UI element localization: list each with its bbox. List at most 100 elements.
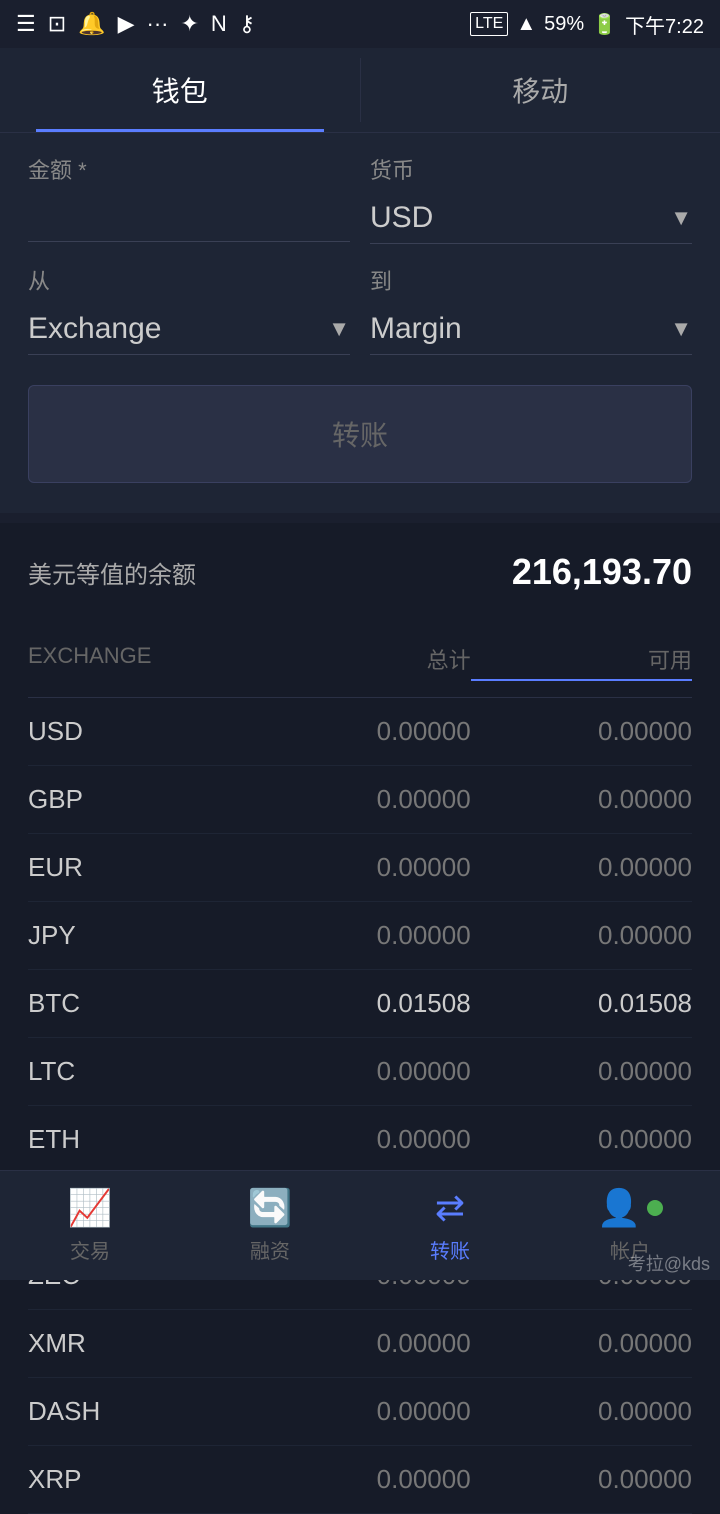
main-tab-bar: 钱包 移动: [0, 48, 720, 133]
amount-label: 金额 *: [28, 153, 350, 185]
key-icon: ⚷: [239, 11, 255, 37]
status-icons-right: LTE ▲ 59% 🔋 下午7:22: [470, 10, 704, 39]
amount-input[interactable]: [28, 193, 350, 242]
status-icons-left: ☰ ⊡ 🔔 ▶ ··· ✦ N ⚷: [16, 11, 255, 37]
currency-name: ETH: [28, 1124, 249, 1155]
balance-section: 美元等值的余额 216,193.70: [0, 523, 720, 627]
from-select[interactable]: Exchange ▼: [28, 304, 350, 355]
table-row: XRP 0.00000 0.00000: [28, 1446, 692, 1514]
tab-move[interactable]: 移动: [361, 48, 720, 132]
to-select[interactable]: Margin ▼: [370, 304, 692, 355]
currency-available: 0.00000: [471, 852, 692, 883]
time-display: 下午7:22: [625, 10, 704, 39]
send-icon: ▶: [118, 11, 135, 37]
currency-name: BTC: [28, 988, 249, 1019]
more-icon: ···: [147, 11, 169, 37]
currency-name: GBP: [28, 784, 249, 815]
currency-name: XRP: [28, 1464, 249, 1495]
finance-label: 融资: [250, 1235, 290, 1264]
lte-icon: LTE: [470, 12, 508, 36]
currency-name: LTC: [28, 1056, 249, 1087]
amount-group: 金额 *: [28, 153, 350, 244]
currency-total: 0.00000: [249, 1464, 470, 1495]
table-row: GBP 0.00000 0.00000: [28, 766, 692, 834]
to-value: Margin: [370, 312, 462, 346]
nfc-icon: N: [211, 11, 227, 37]
currency-select[interactable]: USD ▼: [370, 193, 692, 244]
currency-name: XMR: [28, 1328, 249, 1359]
account-with-dot: 👤: [597, 1187, 664, 1229]
tab-wallet[interactable]: 钱包: [0, 48, 360, 132]
battery-icon: 🔋: [592, 12, 617, 37]
table-row: USD 0.00000 0.00000: [28, 698, 692, 766]
currency-total: 0.00000: [249, 716, 470, 747]
from-label: 从: [28, 264, 350, 296]
menu-icon: ☰: [16, 11, 36, 37]
to-label: 到: [370, 264, 692, 296]
header-available: 可用: [471, 643, 692, 681]
nav-trade[interactable]: 📈 交易: [0, 1171, 180, 1280]
signal-icon: ▲: [516, 13, 536, 36]
battery-text: 59%: [544, 13, 584, 36]
currency-total: 0.00000: [249, 1124, 470, 1155]
currency-label: 货币: [370, 153, 692, 185]
currency-name: EUR: [28, 852, 249, 883]
table-row: EUR 0.00000 0.00000: [28, 834, 692, 902]
currency-available: 0.00000: [471, 1056, 692, 1087]
table-row: BTC 0.01508 0.01508: [28, 970, 692, 1038]
finance-icon: 🔄: [248, 1187, 293, 1229]
balance-header: 美元等值的余额 216,193.70: [28, 551, 692, 593]
table-row: ETH 0.00000 0.00000: [28, 1106, 692, 1174]
transfer-label: 转账: [430, 1235, 470, 1264]
currency-name: JPY: [28, 920, 249, 951]
currency-name: USD: [28, 716, 249, 747]
section-label: EXCHANGE: [28, 643, 249, 681]
watermark: 考拉@kds: [628, 1250, 710, 1276]
currency-available: 0.01508: [471, 988, 692, 1019]
table-body: USD 0.00000 0.00000 GBP 0.00000 0.00000 …: [28, 698, 692, 1514]
currency-total: 0.00000: [249, 1396, 470, 1427]
currency-available: 0.00000: [471, 1396, 692, 1427]
table-row: LTC 0.00000 0.00000: [28, 1038, 692, 1106]
currency-available: 0.00000: [471, 716, 692, 747]
currency-available: 0.00000: [471, 784, 692, 815]
currency-total: 0.01508: [249, 988, 470, 1019]
nav-finance[interactable]: 🔄 融资: [180, 1171, 360, 1280]
trade-label: 交易: [70, 1235, 110, 1264]
currency-arrow-icon: ▼: [670, 205, 692, 231]
amount-currency-row: 金额 * 货币 USD ▼: [28, 153, 692, 244]
currency-group: 货币 USD ▼: [370, 153, 692, 244]
table-row: XMR 0.00000 0.00000: [28, 1310, 692, 1378]
status-bar: ☰ ⊡ 🔔 ▶ ··· ✦ N ⚷ LTE ▲ 59% 🔋 下午7:22: [0, 0, 720, 48]
currency-total: 0.00000: [249, 1328, 470, 1359]
currency-total: 0.00000: [249, 1056, 470, 1087]
transfer-button[interactable]: 转账: [28, 385, 692, 483]
nav-transfer[interactable]: ⇄ 转账: [360, 1171, 540, 1280]
online-dot: [647, 1200, 663, 1216]
bottom-nav: 📈 交易 🔄 融资 ⇄ 转账 👤 帐户: [0, 1170, 720, 1280]
currency-value: USD: [370, 201, 433, 235]
currency-available: 0.00000: [471, 1464, 692, 1495]
from-arrow-icon: ▼: [328, 316, 350, 342]
currency-total: 0.00000: [249, 852, 470, 883]
bluetooth-icon: ✦: [180, 11, 198, 37]
currency-table: EXCHANGE 总计 可用 USD 0.00000 0.00000 GBP 0…: [0, 627, 720, 1514]
currency-available: 0.00000: [471, 920, 692, 951]
to-arrow-icon: ▼: [670, 316, 692, 342]
bell-icon: 🔔: [78, 11, 105, 37]
table-row: DASH 0.00000 0.00000: [28, 1378, 692, 1446]
transfer-icon: ⇄: [435, 1187, 465, 1229]
from-group: 从 Exchange ▼: [28, 264, 350, 355]
from-value: Exchange: [28, 312, 161, 346]
table-row: JPY 0.00000 0.00000: [28, 902, 692, 970]
currency-total: 0.00000: [249, 784, 470, 815]
currency-name: DASH: [28, 1396, 249, 1427]
currency-total: 0.00000: [249, 920, 470, 951]
table-header: EXCHANGE 总计 可用: [28, 627, 692, 698]
currency-available: 0.00000: [471, 1124, 692, 1155]
trade-icon: 📈: [68, 1187, 113, 1229]
to-group: 到 Margin ▼: [370, 264, 692, 355]
account-icon: 👤: [597, 1187, 642, 1229]
currency-available: 0.00000: [471, 1328, 692, 1359]
header-total: 总计: [249, 643, 470, 681]
